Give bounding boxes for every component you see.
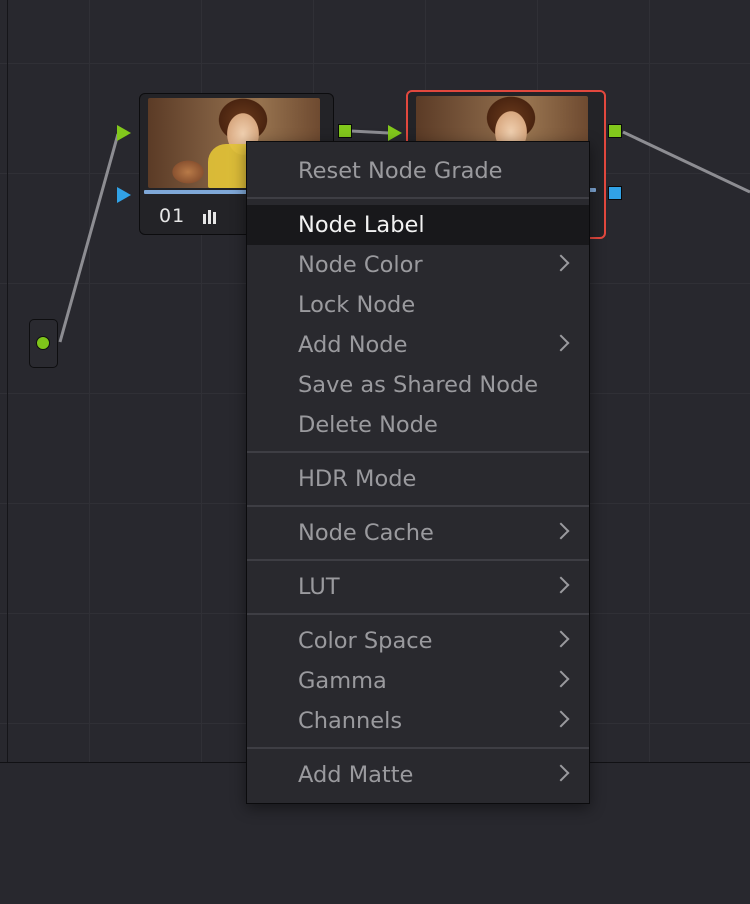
node-2-rgb-output[interactable] xyxy=(608,124,622,138)
menu-item-label: Node Color xyxy=(298,252,423,278)
menu-item-color-space[interactable]: Color Space xyxy=(247,621,589,661)
menu-item-node-cache[interactable]: Node Cache xyxy=(247,513,589,553)
node-1-alpha-input[interactable] xyxy=(117,187,131,203)
menu-item-label: Delete Node xyxy=(298,412,438,438)
chevron-right-icon xyxy=(552,334,570,352)
menu-item-lock-node[interactable]: Lock Node xyxy=(247,285,589,325)
node-1-rgb-output[interactable] xyxy=(338,124,352,138)
node-context-menu: Reset Node Grade Node Label Node Color L… xyxy=(246,141,590,804)
menu-item-hdr-mode[interactable]: HDR Mode xyxy=(247,459,589,499)
chevron-right-icon xyxy=(552,710,570,728)
menu-item-label: Reset Node Grade xyxy=(298,158,503,184)
menu-item-label: Gamma xyxy=(298,668,387,694)
menu-item-label: Node Cache xyxy=(298,520,434,546)
chevron-right-icon xyxy=(552,522,570,540)
menu-item-label: Lock Node xyxy=(298,292,416,318)
menu-separator xyxy=(247,505,589,507)
menu-item-gamma[interactable]: Gamma xyxy=(247,661,589,701)
wire-node-2-to-output xyxy=(622,130,750,194)
menu-separator xyxy=(247,747,589,749)
menu-item-add-node[interactable]: Add Node xyxy=(247,325,589,365)
menu-separator xyxy=(247,613,589,615)
node-1-histogram-icon xyxy=(203,210,216,224)
menu-item-label: Channels xyxy=(298,708,403,734)
source-output-port[interactable] xyxy=(36,336,50,350)
menu-item-node-color[interactable]: Node Color xyxy=(247,245,589,285)
menu-item-add-matte[interactable]: Add Matte xyxy=(247,755,589,795)
chevron-right-icon xyxy=(552,576,570,594)
menu-item-delete-node[interactable]: Delete Node xyxy=(247,405,589,445)
wire-source-to-node-1 xyxy=(58,133,120,343)
menu-item-reset-node-grade[interactable]: Reset Node Grade xyxy=(247,151,589,191)
wire-node-1-to-node-2 xyxy=(350,129,390,135)
menu-item-label: LUT xyxy=(298,574,340,600)
menu-separator xyxy=(247,559,589,561)
chevron-right-icon xyxy=(552,670,570,688)
menu-item-label: Add Matte xyxy=(298,762,414,788)
menu-item-label: HDR Mode xyxy=(298,466,417,492)
menu-item-label: Add Node xyxy=(298,332,408,358)
menu-item-label: Color Space xyxy=(298,628,433,654)
menu-item-label: Node Label xyxy=(298,212,425,238)
menu-item-channels[interactable]: Channels xyxy=(247,701,589,741)
node-1-rgb-input[interactable] xyxy=(117,125,131,141)
chevron-right-icon xyxy=(552,630,570,648)
node-2-rgb-input[interactable] xyxy=(388,125,402,141)
node-1-number: 01 xyxy=(159,205,186,227)
menu-separator xyxy=(247,197,589,199)
chevron-right-icon xyxy=(552,764,570,782)
chevron-right-icon xyxy=(552,254,570,272)
menu-separator xyxy=(247,451,589,453)
menu-item-label: Save as Shared Node xyxy=(298,372,539,398)
source-input-node[interactable] xyxy=(29,319,58,368)
menu-item-lut[interactable]: LUT xyxy=(247,567,589,607)
menu-item-node-label[interactable]: Node Label xyxy=(247,205,589,245)
node-2-alpha-output[interactable] xyxy=(608,186,622,200)
menu-item-save-as-shared-node[interactable]: Save as Shared Node xyxy=(247,365,589,405)
